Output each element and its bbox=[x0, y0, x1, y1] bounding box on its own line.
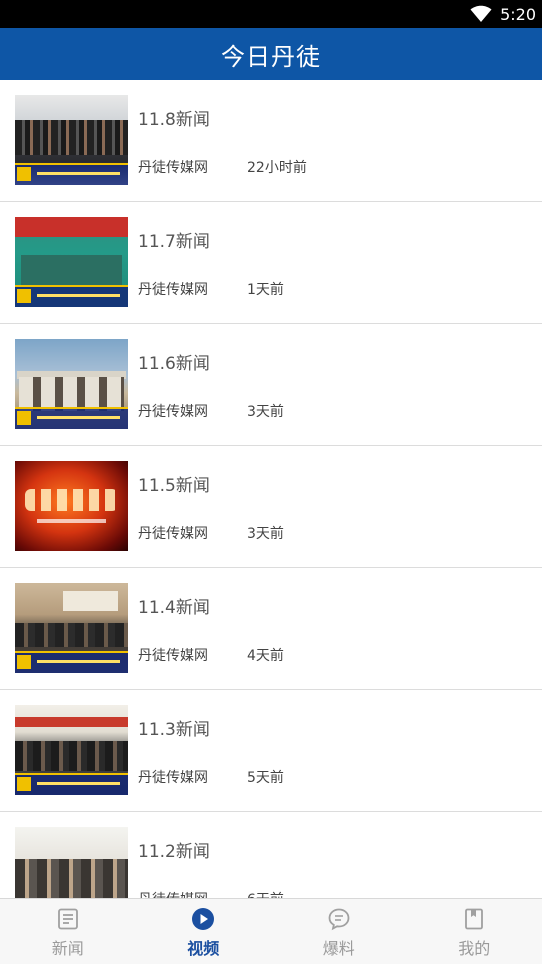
bookmark-icon bbox=[462, 907, 486, 931]
item-time: 4天前 bbox=[247, 648, 284, 664]
bottom-nav: 新闻 视频 爆料 我的 bbox=[0, 898, 542, 964]
app-bar: 今日丹徒 bbox=[0, 28, 542, 80]
tab-news-label: 新闻 bbox=[51, 939, 84, 958]
item-title: 11.5新闻 bbox=[138, 476, 210, 496]
item-time: 3天前 bbox=[247, 526, 284, 542]
list-item[interactable]: 11.4新闻 丹徒传媒网 4天前 bbox=[0, 568, 542, 690]
video-thumbnail[interactable] bbox=[15, 95, 128, 185]
item-source: 丹徒传媒网 bbox=[138, 404, 208, 420]
video-feed[interactable]: 11.8新闻 丹徒传媒网 22小时前 11.7新闻 丹徒传媒网 1天前 11.6… bbox=[0, 80, 542, 898]
tab-video-label: 视频 bbox=[187, 939, 220, 958]
item-title: 11.7新闻 bbox=[138, 232, 210, 252]
video-thumbnail[interactable] bbox=[15, 705, 128, 795]
item-title: 11.3新闻 bbox=[138, 720, 210, 740]
list-item[interactable]: 11.6新闻 丹徒传媒网 3天前 bbox=[0, 324, 542, 446]
list-item[interactable]: 11.8新闻 丹徒传媒网 22小时前 bbox=[0, 80, 542, 202]
item-title: 11.8新闻 bbox=[138, 110, 210, 130]
item-time: 6天前 bbox=[247, 889, 284, 898]
list-item[interactable]: 11.3新闻 丹徒传媒网 5天前 bbox=[0, 690, 542, 812]
tab-mine-label: 我的 bbox=[458, 939, 491, 958]
item-time: 3天前 bbox=[247, 404, 284, 420]
item-source: 丹徒传媒网 bbox=[138, 282, 208, 298]
item-title: 11.2新闻 bbox=[138, 842, 210, 862]
app-screen: 5:20 今日丹徒 11.8新闻 丹徒传媒网 22小时前 11.7新闻 丹徒传媒… bbox=[0, 0, 542, 964]
video-thumbnail[interactable] bbox=[15, 339, 128, 429]
item-time: 1天前 bbox=[247, 282, 284, 298]
item-source: 丹徒传媒网 bbox=[138, 770, 208, 786]
tab-mine[interactable]: 我的 bbox=[407, 899, 542, 964]
video-thumbnail[interactable] bbox=[15, 217, 128, 307]
item-source: 丹徒传媒网 bbox=[138, 160, 208, 176]
item-source: 丹徒传媒网 bbox=[138, 648, 208, 664]
page-title: 今日丹徒 bbox=[221, 42, 321, 71]
tab-tips[interactable]: 爆料 bbox=[271, 899, 407, 964]
item-title: 11.6新闻 bbox=[138, 354, 210, 374]
status-bar: 5:20 bbox=[0, 0, 542, 28]
video-thumbnail[interactable] bbox=[15, 461, 128, 551]
tab-tips-label: 爆料 bbox=[322, 939, 355, 958]
tab-news[interactable]: 新闻 bbox=[0, 899, 136, 964]
video-thumbnail[interactable] bbox=[15, 827, 128, 898]
status-right: 5:20 bbox=[470, 0, 536, 28]
item-source: 丹徒传媒网 bbox=[138, 526, 208, 542]
chat-bubble-icon bbox=[327, 907, 351, 931]
play-icon bbox=[191, 907, 215, 931]
status-time: 5:20 bbox=[500, 4, 536, 24]
item-title: 11.4新闻 bbox=[138, 598, 210, 618]
item-source: 丹徒传媒网 bbox=[138, 889, 208, 898]
video-thumbnail[interactable] bbox=[15, 583, 128, 673]
wifi-icon bbox=[470, 5, 492, 23]
list-item[interactable]: 11.2新闻 丹徒传媒网 6天前 bbox=[0, 812, 542, 898]
list-item[interactable]: 11.7新闻 丹徒传媒网 1天前 bbox=[0, 202, 542, 324]
item-time: 5天前 bbox=[247, 770, 284, 786]
news-icon bbox=[56, 907, 80, 931]
tab-video[interactable]: 视频 bbox=[136, 899, 272, 964]
item-time: 22小时前 bbox=[247, 160, 307, 176]
list-item[interactable]: 11.5新闻 丹徒传媒网 3天前 bbox=[0, 446, 542, 568]
